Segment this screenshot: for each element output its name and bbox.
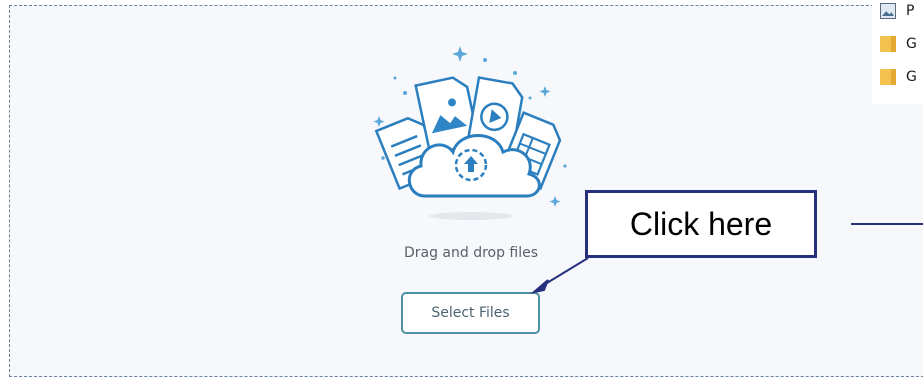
upload-page: Drag and drop files Select Files Click h…	[0, 0, 923, 383]
list-item[interactable]: P	[880, 0, 914, 22]
folder-icon	[880, 36, 896, 52]
picture-icon	[880, 3, 896, 19]
shadow	[429, 212, 513, 220]
list-item-label: G	[906, 36, 917, 52]
list-item-label: G	[906, 69, 917, 85]
list-item[interactable]: G	[880, 66, 917, 88]
callout-arrow-icon	[530, 257, 589, 294]
callout-connector-line	[851, 223, 923, 225]
list-item-label: P	[906, 3, 915, 19]
callout-box: Click here	[585, 190, 817, 258]
list-item[interactable]: G	[880, 33, 917, 55]
file-list-panel: P G G	[872, 0, 923, 104]
cloud-upload-illustration-icon	[373, 46, 567, 220]
folder-icon	[880, 69, 896, 85]
